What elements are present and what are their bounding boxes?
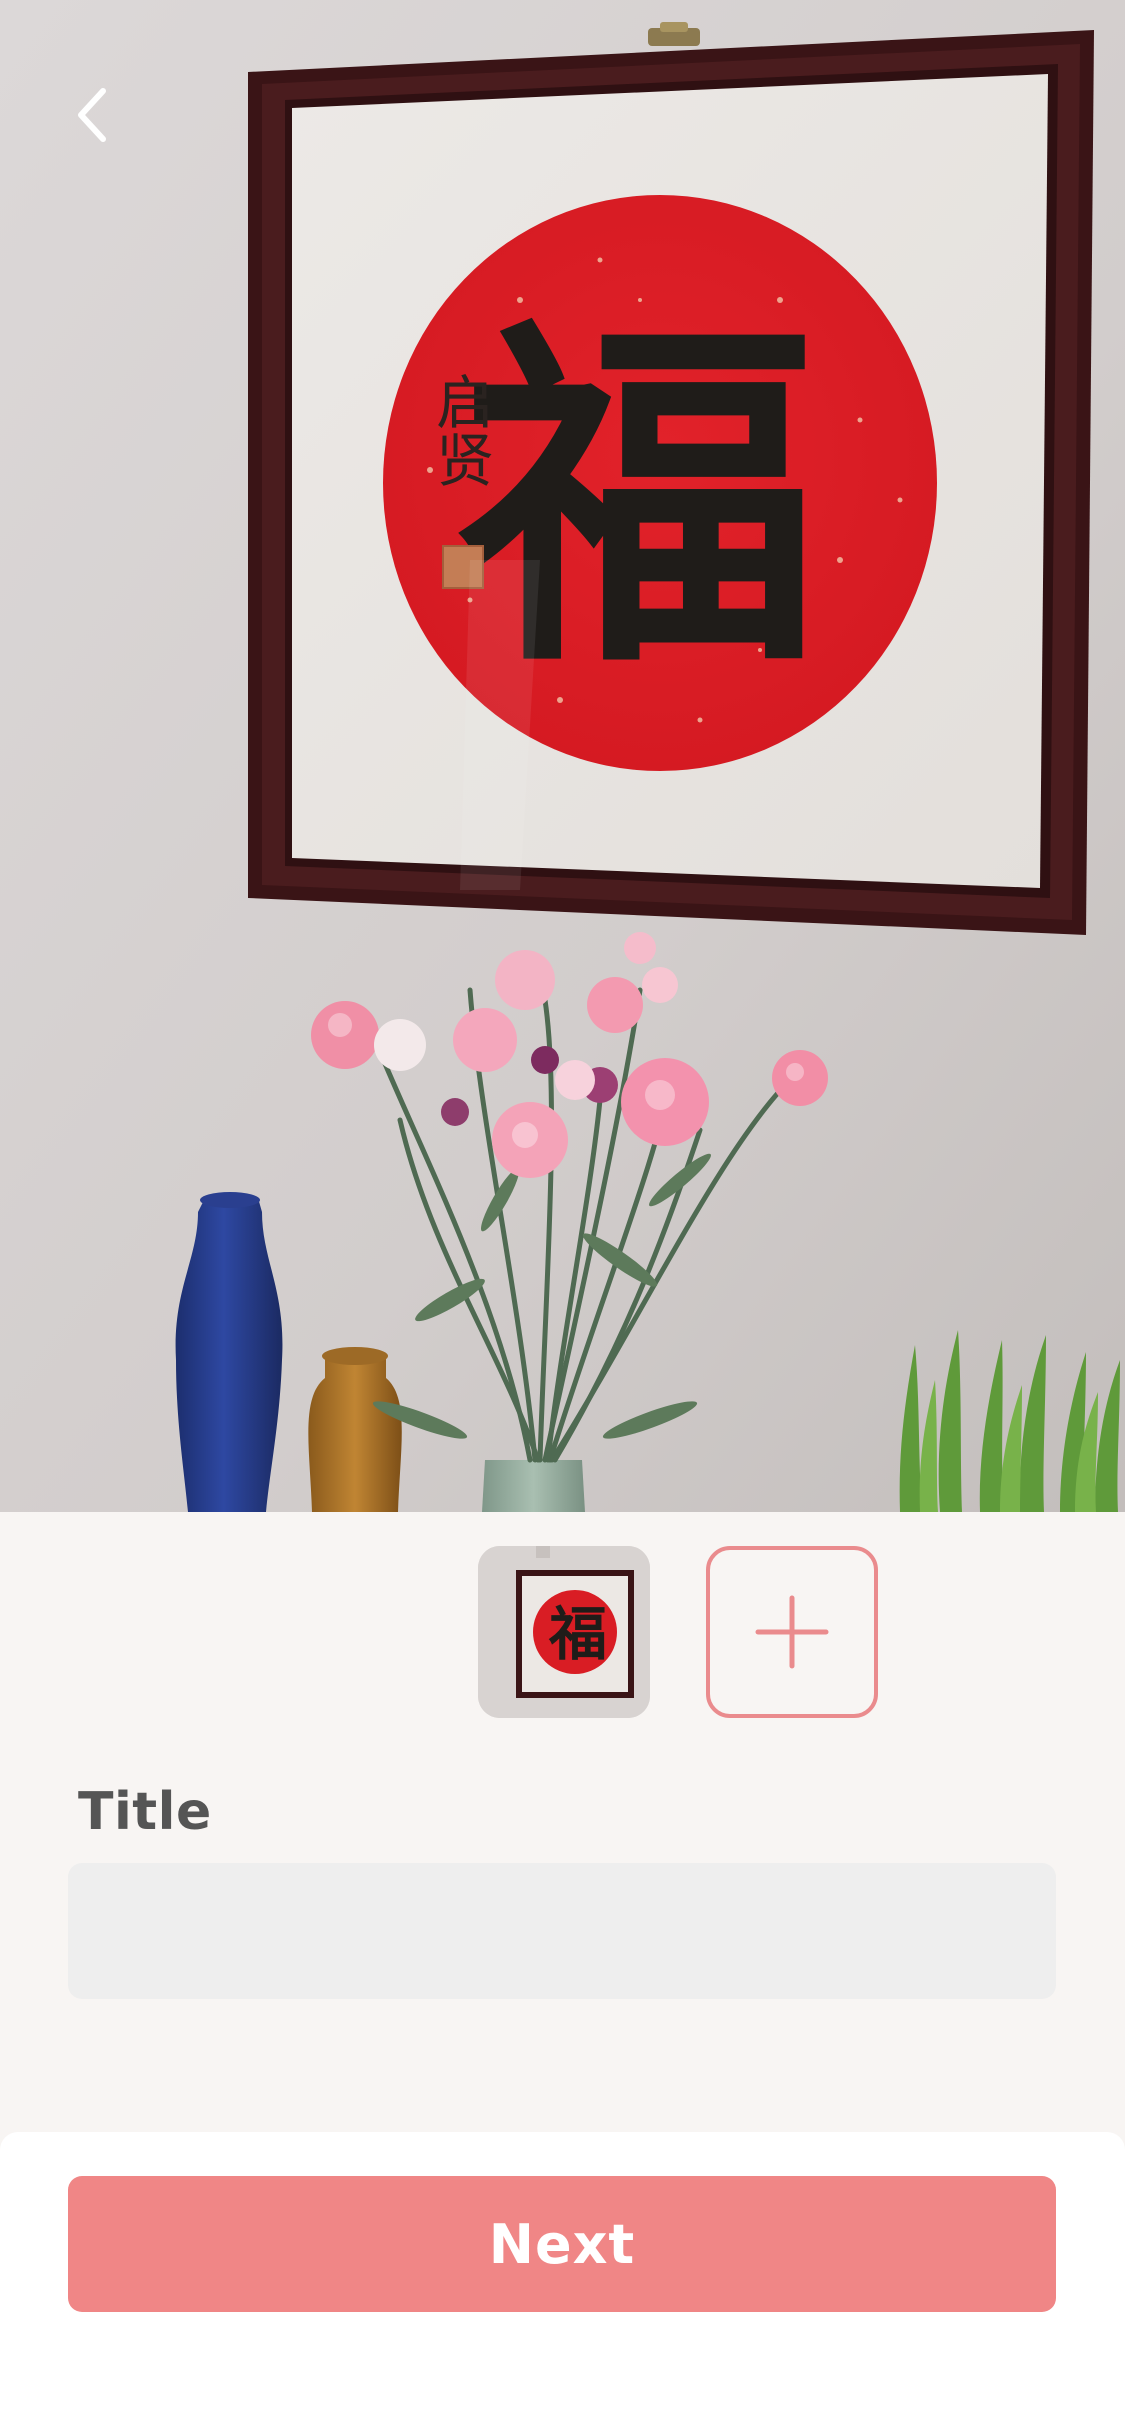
next-button[interactable]: Next [68,2176,1056,2312]
cover-photo: 福 启贤 [0,0,1125,1512]
chevron-left-icon [78,88,106,142]
photo-scene: 福 启贤 [0,0,1125,1512]
footer-bar: Next [0,2132,1125,2436]
photo-thumbnail[interactable]: 福 [478,1546,650,1718]
title-input[interactable] [68,1863,1056,1999]
create-post-screen: 福 启贤 福 Title Next [0,0,1125,2436]
add-photo-button[interactable] [706,1546,878,1718]
thumbnail-character: 福 [548,1600,607,1668]
post-form: 福 Title [0,1512,1125,2132]
thumbnail-image: 福 [478,1546,650,1718]
back-button[interactable] [48,70,138,160]
calligraphy-signature: 启贤 [426,372,494,488]
plus-icon [755,1595,829,1669]
title-label: Title [78,1782,212,1842]
